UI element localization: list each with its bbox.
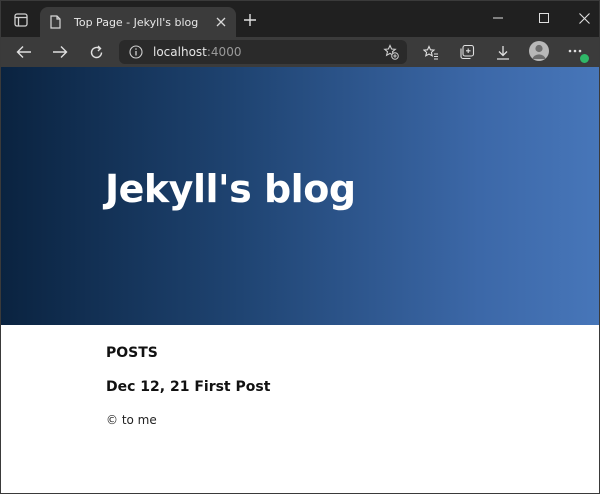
close-window-button[interactable] <box>571 7 597 29</box>
update-badge <box>579 53 590 64</box>
maximize-button[interactable] <box>531 7 557 29</box>
web-page: Jekyll's blog POSTS Dec 12, 21 First Pos… <box>1 67 599 493</box>
forward-arrow-icon <box>53 46 68 58</box>
close-icon[interactable] <box>214 15 228 29</box>
address-bar[interactable]: localhost:4000 <box>119 40 407 64</box>
minimize-icon <box>493 17 503 19</box>
refresh-button[interactable] <box>84 41 108 63</box>
tab-title: Top Page - Jekyll's blog <box>74 15 199 29</box>
minimize-button[interactable] <box>485 7 511 29</box>
post-link[interactable]: Dec 12, 21 First Post <box>106 379 270 395</box>
site-title[interactable]: Jekyll's blog <box>105 167 356 211</box>
post-date: Dec 12, 21 <box>106 379 190 395</box>
post-title: First Post <box>194 379 271 395</box>
tab-strip: Top Page - Jekyll's blog <box>1 1 599 37</box>
address-url: localhost:4000 <box>153 45 241 59</box>
profile-avatar-icon[interactable] <box>529 41 549 61</box>
list-item[interactable]: Dec 12, 21 First Post <box>106 379 599 395</box>
browser-window: Top Page - Jekyll's blog localhost:4000 … <box>0 0 600 494</box>
download-icon <box>497 45 509 60</box>
forward-button[interactable] <box>48 41 72 63</box>
posts-heading: POSTS <box>106 345 158 361</box>
favorites-icon <box>423 44 438 60</box>
close-window-icon <box>578 12 590 24</box>
plus-icon <box>244 14 256 26</box>
url-port: :4000 <box>206 45 242 59</box>
collections-button[interactable] <box>455 41 479 63</box>
tab-actions-button[interactable] <box>8 9 34 31</box>
tab-active[interactable]: Top Page - Jekyll's blog <box>40 7 236 37</box>
document-icon <box>50 14 64 30</box>
page-content: POSTS Dec 12, 21 First Post © to me <box>1 325 599 427</box>
more-button[interactable] <box>567 43 590 64</box>
tab-actions-icon <box>14 13 28 27</box>
new-tab-button[interactable] <box>241 11 259 29</box>
collections-icon <box>460 44 475 60</box>
maximize-icon <box>539 13 549 23</box>
site-header: Jekyll's blog <box>1 67 599 325</box>
refresh-icon <box>90 45 102 58</box>
downloads-button[interactable] <box>491 41 515 63</box>
favorites-button[interactable] <box>419 41 443 63</box>
browser-toolbar: localhost:4000 <box>1 37 599 67</box>
star-plus-icon[interactable] <box>383 44 399 60</box>
footer-text: © to me <box>106 413 157 427</box>
url-host: localhost <box>153 45 207 59</box>
back-button[interactable] <box>12 41 36 63</box>
back-arrow-icon <box>16 46 31 58</box>
info-icon[interactable] <box>129 45 143 59</box>
